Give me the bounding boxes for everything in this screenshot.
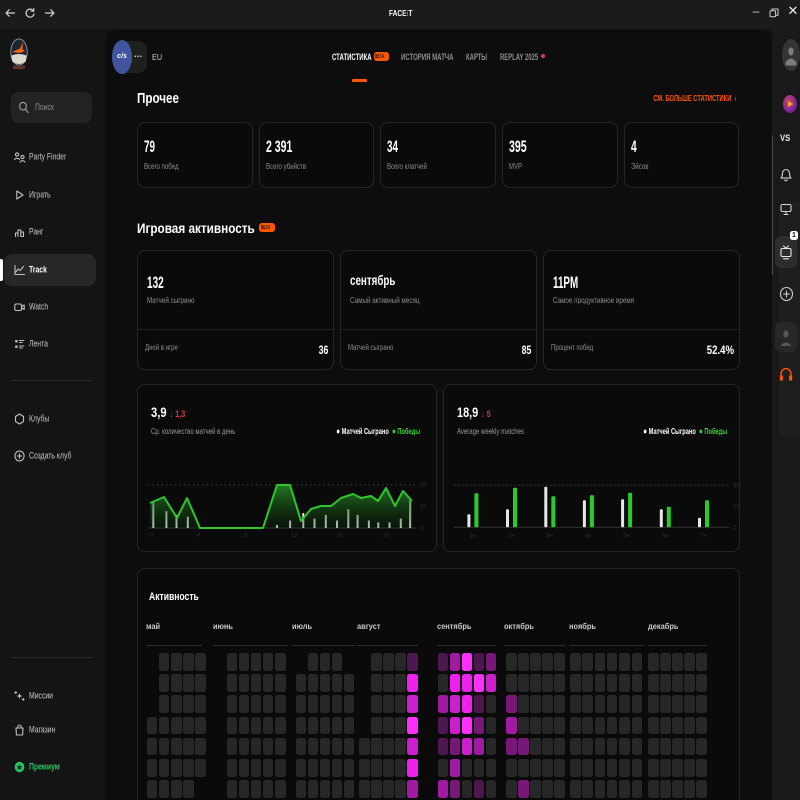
svg-text:8: 8: [244, 533, 248, 539]
svg-text:30: 30: [733, 483, 740, 489]
svg-text:0: 0: [150, 533, 154, 539]
svg-text:0: 0: [420, 526, 424, 532]
svg-text:0: 0: [733, 525, 737, 531]
svg-text:16: 16: [336, 533, 343, 539]
svg-text:7н: 7н: [700, 533, 707, 539]
svg-text:12: 12: [291, 533, 298, 539]
svg-text:3н: 3н: [546, 533, 553, 539]
svg-text:15: 15: [733, 504, 740, 510]
svg-text:20: 20: [383, 533, 390, 539]
svg-text:2н: 2н: [508, 533, 515, 539]
svg-text:4н: 4н: [585, 533, 592, 539]
svg-text:6н: 6н: [662, 533, 669, 539]
svg-text:4: 4: [197, 533, 201, 539]
svg-text:20: 20: [420, 483, 427, 489]
svg-text:10: 10: [420, 505, 427, 511]
svg-text:1н: 1н: [469, 533, 476, 539]
svg-text:5н: 5н: [623, 533, 630, 539]
